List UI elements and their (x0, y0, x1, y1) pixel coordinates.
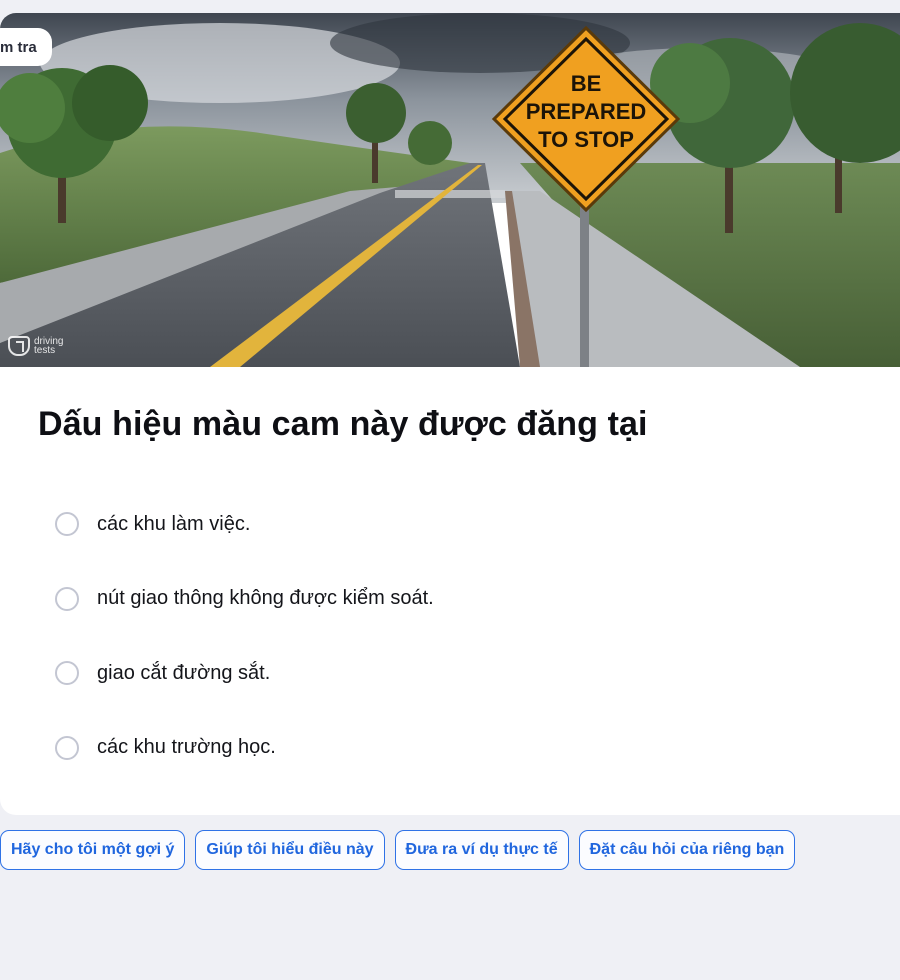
category-tag-label: m tra (0, 38, 37, 56)
sign-line-3: TO STOP (538, 127, 634, 152)
sign-line-1: BE (571, 71, 602, 96)
watermark-line-2: tests (34, 345, 56, 356)
answer-option[interactable]: các khu trường học. (55, 729, 434, 767)
road-scene-illustration: BE PREPARED TO STOP (0, 13, 900, 367)
real-example-button[interactable]: Đưa ra ví dụ thực tế (394, 830, 569, 870)
answer-option[interactable]: nút giao thông không được kiểm soát. (55, 580, 434, 618)
explain-button[interactable]: Giúp tôi hiểu điều này (195, 830, 385, 870)
answer-option-label: nút giao thông không được kiểm soát. (97, 587, 434, 609)
hint-button[interactable]: Hãy cho tôi một gợi ý (0, 830, 186, 870)
help-chips: Hãy cho tôi một gợi ý Giúp tôi hiểu điều… (0, 830, 796, 870)
answer-option-label: các khu trường học. (97, 736, 276, 758)
answer-option[interactable]: giao cắt đường sắt. (55, 654, 434, 692)
answer-option[interactable]: các khu làm việc. (55, 505, 434, 543)
category-tag[interactable]: m tra (0, 28, 52, 66)
answer-option-label: giao cắt đường sắt. (97, 661, 271, 684)
driving-tests-logo-icon (8, 336, 30, 356)
radio-button[interactable] (55, 661, 79, 685)
radio-button[interactable] (55, 512, 79, 536)
sign-line-2: PREPARED (526, 99, 647, 124)
answer-options: các khu làm việc. nút giao thông không đ… (55, 505, 434, 803)
radio-button[interactable] (55, 735, 79, 760)
answer-option-label: các khu làm việc. (97, 512, 251, 535)
question-image: BE PREPARED TO STOP m tra driving tests (0, 13, 900, 367)
question-text: Dấu hiệu màu cam này được đăng tại (38, 405, 648, 443)
radio-button[interactable] (55, 586, 79, 611)
question-card: BE PREPARED TO STOP m tra driving tests … (0, 13, 900, 815)
ask-own-question-button[interactable]: Đặt câu hỏi của riêng bạn (578, 830, 796, 870)
watermark: driving tests (8, 336, 74, 356)
